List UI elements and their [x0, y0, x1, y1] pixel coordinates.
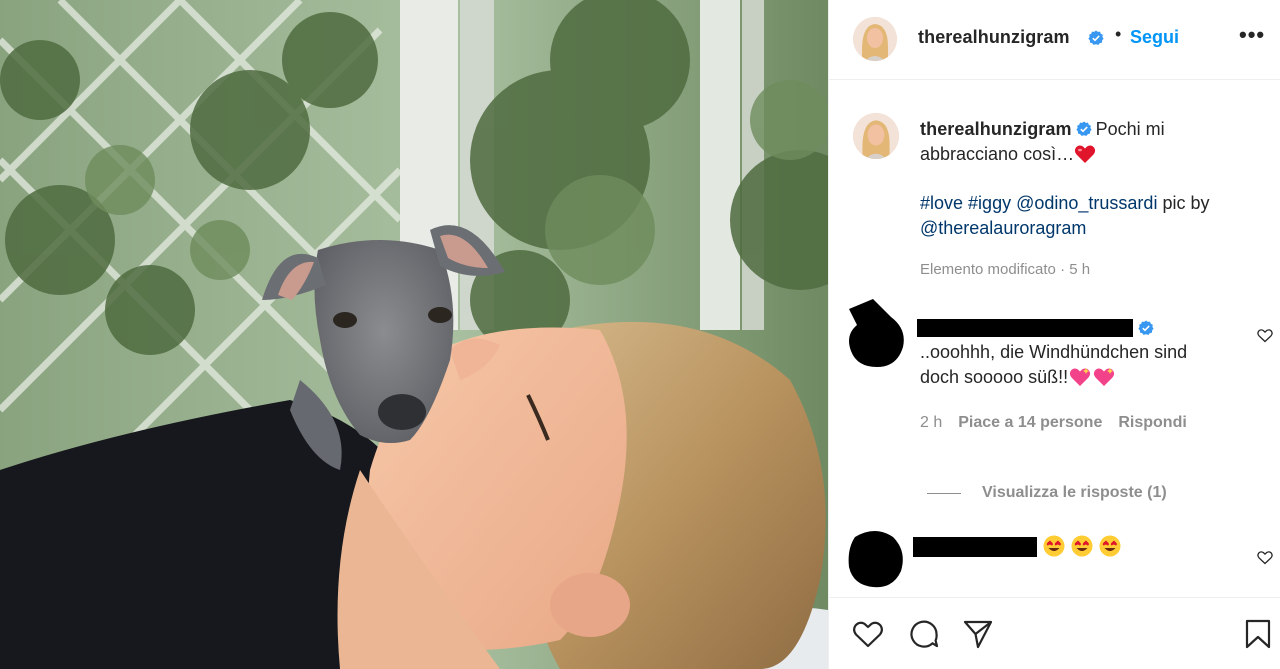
post-photo-image: [0, 0, 828, 669]
share-button[interactable]: [961, 617, 995, 651]
replies-divider: [927, 493, 961, 494]
redacted-username: [913, 537, 1037, 557]
post-header: therealhunzigram • Segui •••: [829, 0, 1280, 80]
caption-avatar[interactable]: [853, 113, 899, 159]
comment-meta: 2 h Piace a 14 persone Rispondi: [920, 414, 1203, 432]
bookmark-icon: [1245, 619, 1271, 649]
verified-badge-icon: [1076, 119, 1092, 136]
comment-button[interactable]: [907, 617, 941, 651]
like-button[interactable]: [851, 617, 885, 651]
comments-area[interactable]: therealhunzigram Pochi mi abbracciano cos…: [829, 81, 1280, 596]
mention-therealauroragram[interactable]: @therealauroragram: [920, 218, 1086, 238]
author-avatar[interactable]: [853, 17, 897, 61]
comment-icon: [910, 620, 939, 648]
redacted-avatar: [849, 299, 904, 367]
verified-badge-icon: [1138, 320, 1154, 336]
heart-eyes-emoji-icon: [1071, 535, 1093, 557]
redacted-username: [917, 319, 1133, 337]
post-side-panel: therealhunzigram • Segui ••• therealhunz…: [828, 0, 1280, 669]
post-action-bar: [829, 597, 1280, 669]
reply-button[interactable]: Rispondi: [1118, 414, 1186, 431]
more-options-button[interactable]: •••: [1239, 22, 1265, 48]
caption-meta: Elemento modificato · 5 h: [920, 261, 1091, 278]
hashtag-love[interactable]: #love: [920, 193, 963, 213]
view-replies-button[interactable]: Visualizza le risposte (1): [982, 484, 1167, 502]
heart-eyes-emoji-icon: [1043, 535, 1065, 557]
comment-emojis: [1043, 535, 1127, 560]
comment-likes-count[interactable]: Piace a 14 persone: [958, 414, 1102, 431]
author-username[interactable]: therealhunzigram: [918, 27, 1070, 48]
sparkling-heart-emoji-icon: [1068, 366, 1092, 388]
comment-time: 2 h: [920, 414, 943, 431]
heart-icon[interactable]: [1257, 550, 1273, 565]
mention-odino-trussardi[interactable]: @odino_trussardi: [1016, 193, 1157, 213]
caption-credit-text: pic by: [1162, 193, 1210, 213]
hashtag-iggy[interactable]: #iggy: [968, 193, 1011, 213]
sparkling-heart-emoji-icon: [1092, 366, 1116, 388]
heart-icon[interactable]: [1257, 328, 1273, 343]
red-heart-emoji-icon: [1074, 144, 1096, 164]
redacted-avatar: [848, 531, 903, 588]
save-button[interactable]: [1241, 617, 1275, 651]
caption-tags: #love #iggy @odino_trussardi pic by @the…: [920, 191, 1265, 241]
post-photo[interactable]: [0, 0, 828, 669]
separator-dot: •: [1115, 24, 1122, 44]
comment-text-line-1: ..ooohhh, die Windhündchen sind: [920, 342, 1188, 362]
follow-button[interactable]: Segui: [1130, 27, 1179, 48]
heart-icon: [853, 621, 883, 648]
heart-eyes-emoji-icon: [1099, 535, 1121, 557]
comment-text: doch sooooo süß!!: [920, 367, 1069, 387]
paper-plane-icon: [963, 620, 993, 649]
caption-username[interactable]: therealhunzigram: [920, 119, 1072, 139]
comment-text-line-2: doch sooooo süß!!: [920, 365, 1116, 390]
verified-badge-icon: [1088, 30, 1104, 46]
post-caption: therealhunzigram Pochi mi abbracciano cos…: [920, 117, 1260, 167]
